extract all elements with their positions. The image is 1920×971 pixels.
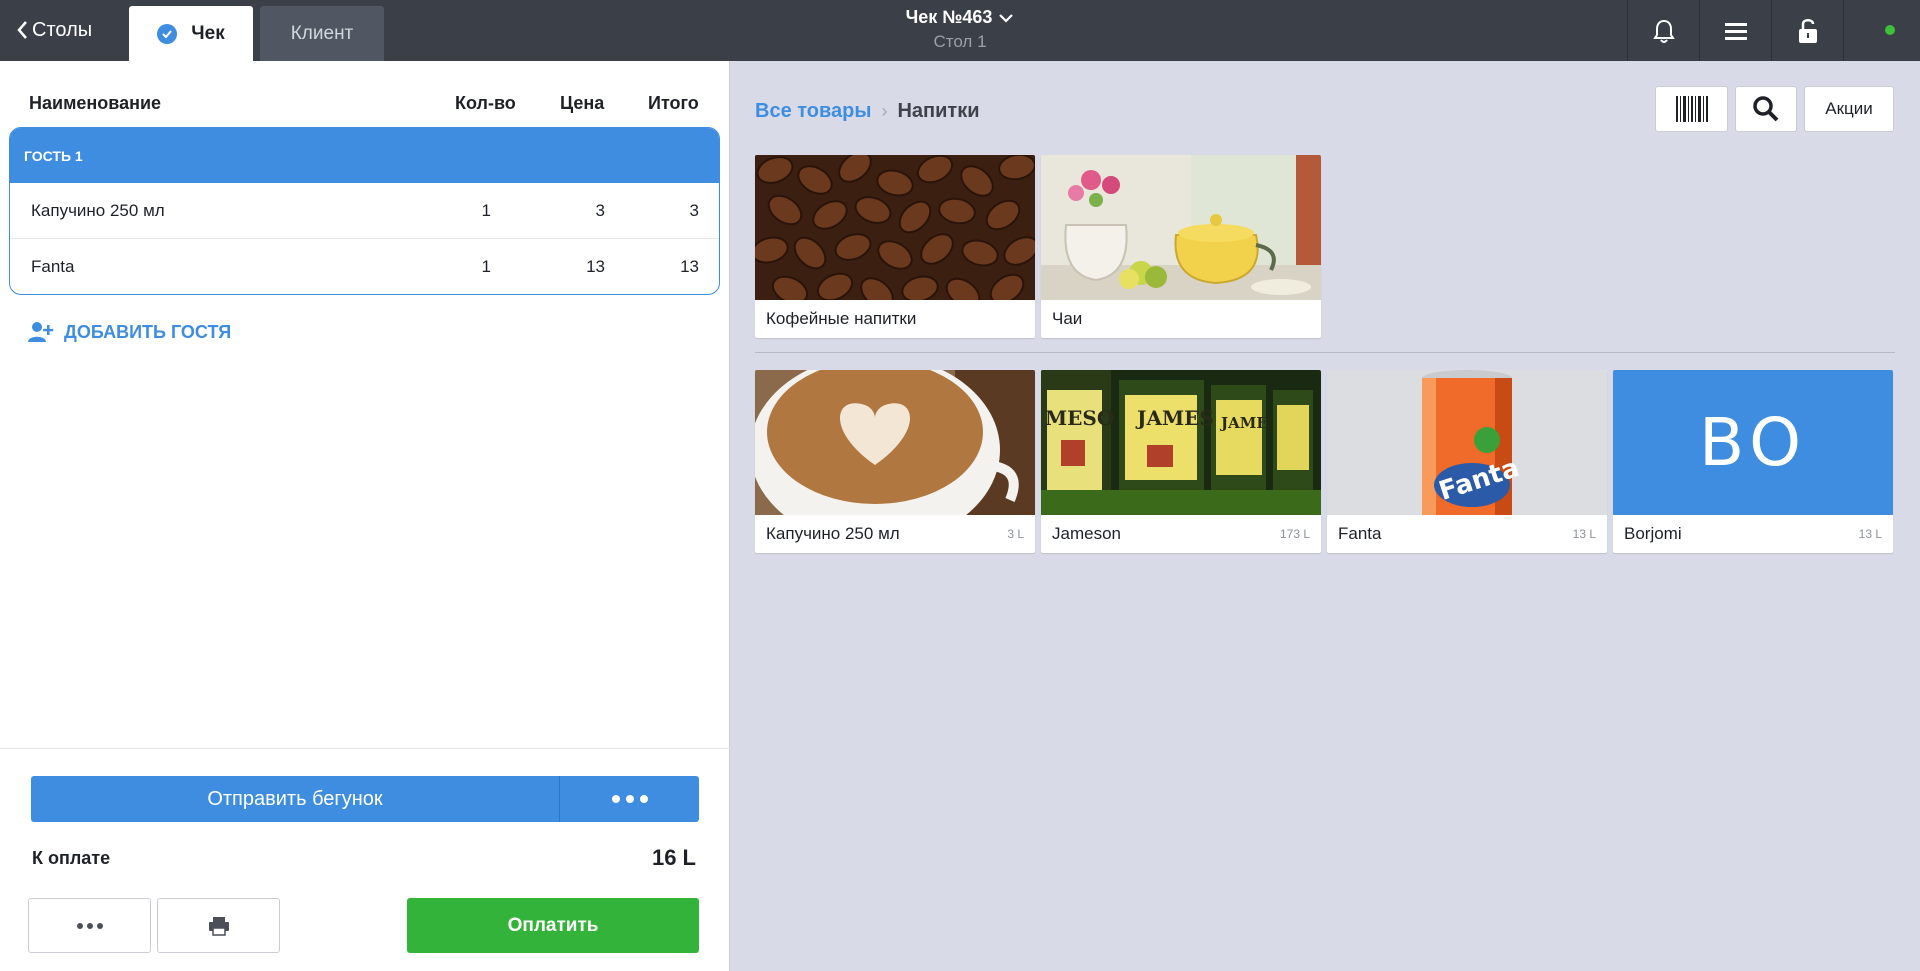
barcode-button[interactable]	[1655, 86, 1728, 132]
breadcrumb-separator: ›	[881, 101, 888, 121]
teapot-image	[1041, 155, 1321, 300]
cappuccino-image	[755, 370, 1035, 515]
category-tile-tea[interactable]: Чаи	[1041, 155, 1321, 338]
divider	[755, 352, 1895, 353]
send-runner-button[interactable]: Отправить бегунок	[31, 776, 560, 822]
send-runner-group: Отправить бегунок	[31, 776, 699, 822]
printer-icon	[208, 916, 229, 936]
product-name: Капучино 250 мл	[766, 524, 900, 543]
search-button[interactable]	[1735, 86, 1797, 132]
promotions-button[interactable]: Акции	[1804, 86, 1894, 132]
top-bar: Столы Чек Клиент Чек №463 Стол 1	[0, 0, 1920, 61]
product-tile-fanta[interactable]: Fanta Fanta 13 L	[1327, 370, 1607, 553]
print-button[interactable]	[157, 898, 280, 953]
product-name: Jameson	[1052, 524, 1121, 543]
breadcrumb-all-products[interactable]: Все товары	[755, 100, 871, 123]
menu-icon	[1724, 22, 1747, 40]
svg-text:JAME: JAME	[1219, 414, 1268, 432]
pay-button[interactable]: Оплатить	[407, 898, 699, 953]
product-initials: BO	[1698, 404, 1808, 481]
column-total-header: Итого	[648, 93, 699, 113]
product-tile-cappuccino[interactable]: Капучино 250 мл 3 L	[755, 370, 1035, 553]
add-guest-button[interactable]: ДОБАВИТЬ ГОСТЯ	[28, 321, 231, 343]
ellipsis-icon	[76, 922, 83, 929]
add-guest-label: ДОБАВИТЬ ГОСТЯ	[64, 321, 232, 342]
order-item-qty: 1	[481, 257, 491, 276]
product-price: 13 L	[1572, 527, 1596, 541]
guest-group: Гость 1 Капучино 250 мл 1 3 3 Fanta 1 13…	[9, 127, 720, 295]
bell-icon	[1652, 19, 1675, 43]
divider	[0, 748, 730, 749]
order-panel: Наименование Кол-во Цена Итого Гость 1 К…	[0, 61, 730, 971]
chevron-down-icon	[999, 14, 1014, 23]
product-name: Borjomi	[1624, 524, 1682, 543]
receipt-title: Чек №463	[905, 7, 993, 27]
category-tile-coffee[interactable]: Кофейные напитки	[755, 155, 1035, 338]
order-item-qty: 1	[481, 201, 491, 220]
order-item-name: Капучино 250 мл	[31, 201, 165, 220]
column-price-header: Цена	[560, 93, 605, 113]
product-tile-borjomi[interactable]: BO Borjomi 13 L	[1613, 370, 1893, 553]
add-user-icon	[28, 322, 54, 342]
breadcrumb: Все товары › Напитки	[755, 100, 980, 123]
lock-icon	[1798, 18, 1817, 43]
svg-text:MESO: MESO	[1045, 406, 1114, 430]
column-qty-header: Кол-во	[455, 93, 516, 113]
barcode-icon	[1675, 96, 1708, 122]
fanta-can-image: Fanta	[1327, 370, 1607, 515]
order-row[interactable]: Fanta 1 13 13	[10, 239, 719, 294]
product-price: 173 L	[1279, 527, 1310, 541]
order-item-total: 13	[680, 257, 699, 276]
column-name-header: Наименование	[29, 93, 162, 113]
order-item-price: 13	[586, 257, 605, 276]
lock-button[interactable]	[1771, 0, 1843, 61]
category-name: Кофейные напитки	[766, 309, 917, 328]
breadcrumb-current[interactable]: Напитки	[897, 100, 979, 123]
connection-status	[1843, 0, 1920, 61]
amount-due-value: 16 L	[651, 845, 696, 870]
search-icon	[1753, 96, 1779, 122]
guest-header[interactable]: Гость 1	[10, 128, 719, 183]
category-name: Чаи	[1052, 309, 1083, 328]
order-item-price: 3	[595, 201, 605, 220]
product-tile-jameson[interactable]: JAMES JAME MESO Jameson 173 L	[1041, 370, 1321, 553]
coffee-beans-image	[755, 155, 1035, 300]
product-name: Fanta	[1338, 524, 1382, 543]
send-more-button[interactable]	[561, 776, 699, 822]
order-row[interactable]: Капучино 250 мл 1 3 3	[10, 183, 719, 239]
online-status-dot	[1885, 25, 1895, 35]
notifications-button[interactable]	[1627, 0, 1699, 61]
product-price: 13 L	[1858, 527, 1882, 541]
borjomi-placeholder: BO	[1613, 370, 1893, 515]
svg-text:JAMES: JAMES	[1135, 406, 1214, 430]
amount-due-label: К оплате	[32, 848, 111, 868]
more-actions-button[interactable]	[28, 898, 151, 953]
menu-button[interactable]	[1699, 0, 1771, 61]
jameson-bottles-image: JAMES JAME MESO	[1041, 370, 1321, 515]
order-item-name: Fanta	[31, 257, 75, 276]
order-item-total: 3	[689, 201, 699, 220]
product-price: 3 L	[1007, 527, 1024, 541]
more-dots-icon	[612, 795, 620, 803]
